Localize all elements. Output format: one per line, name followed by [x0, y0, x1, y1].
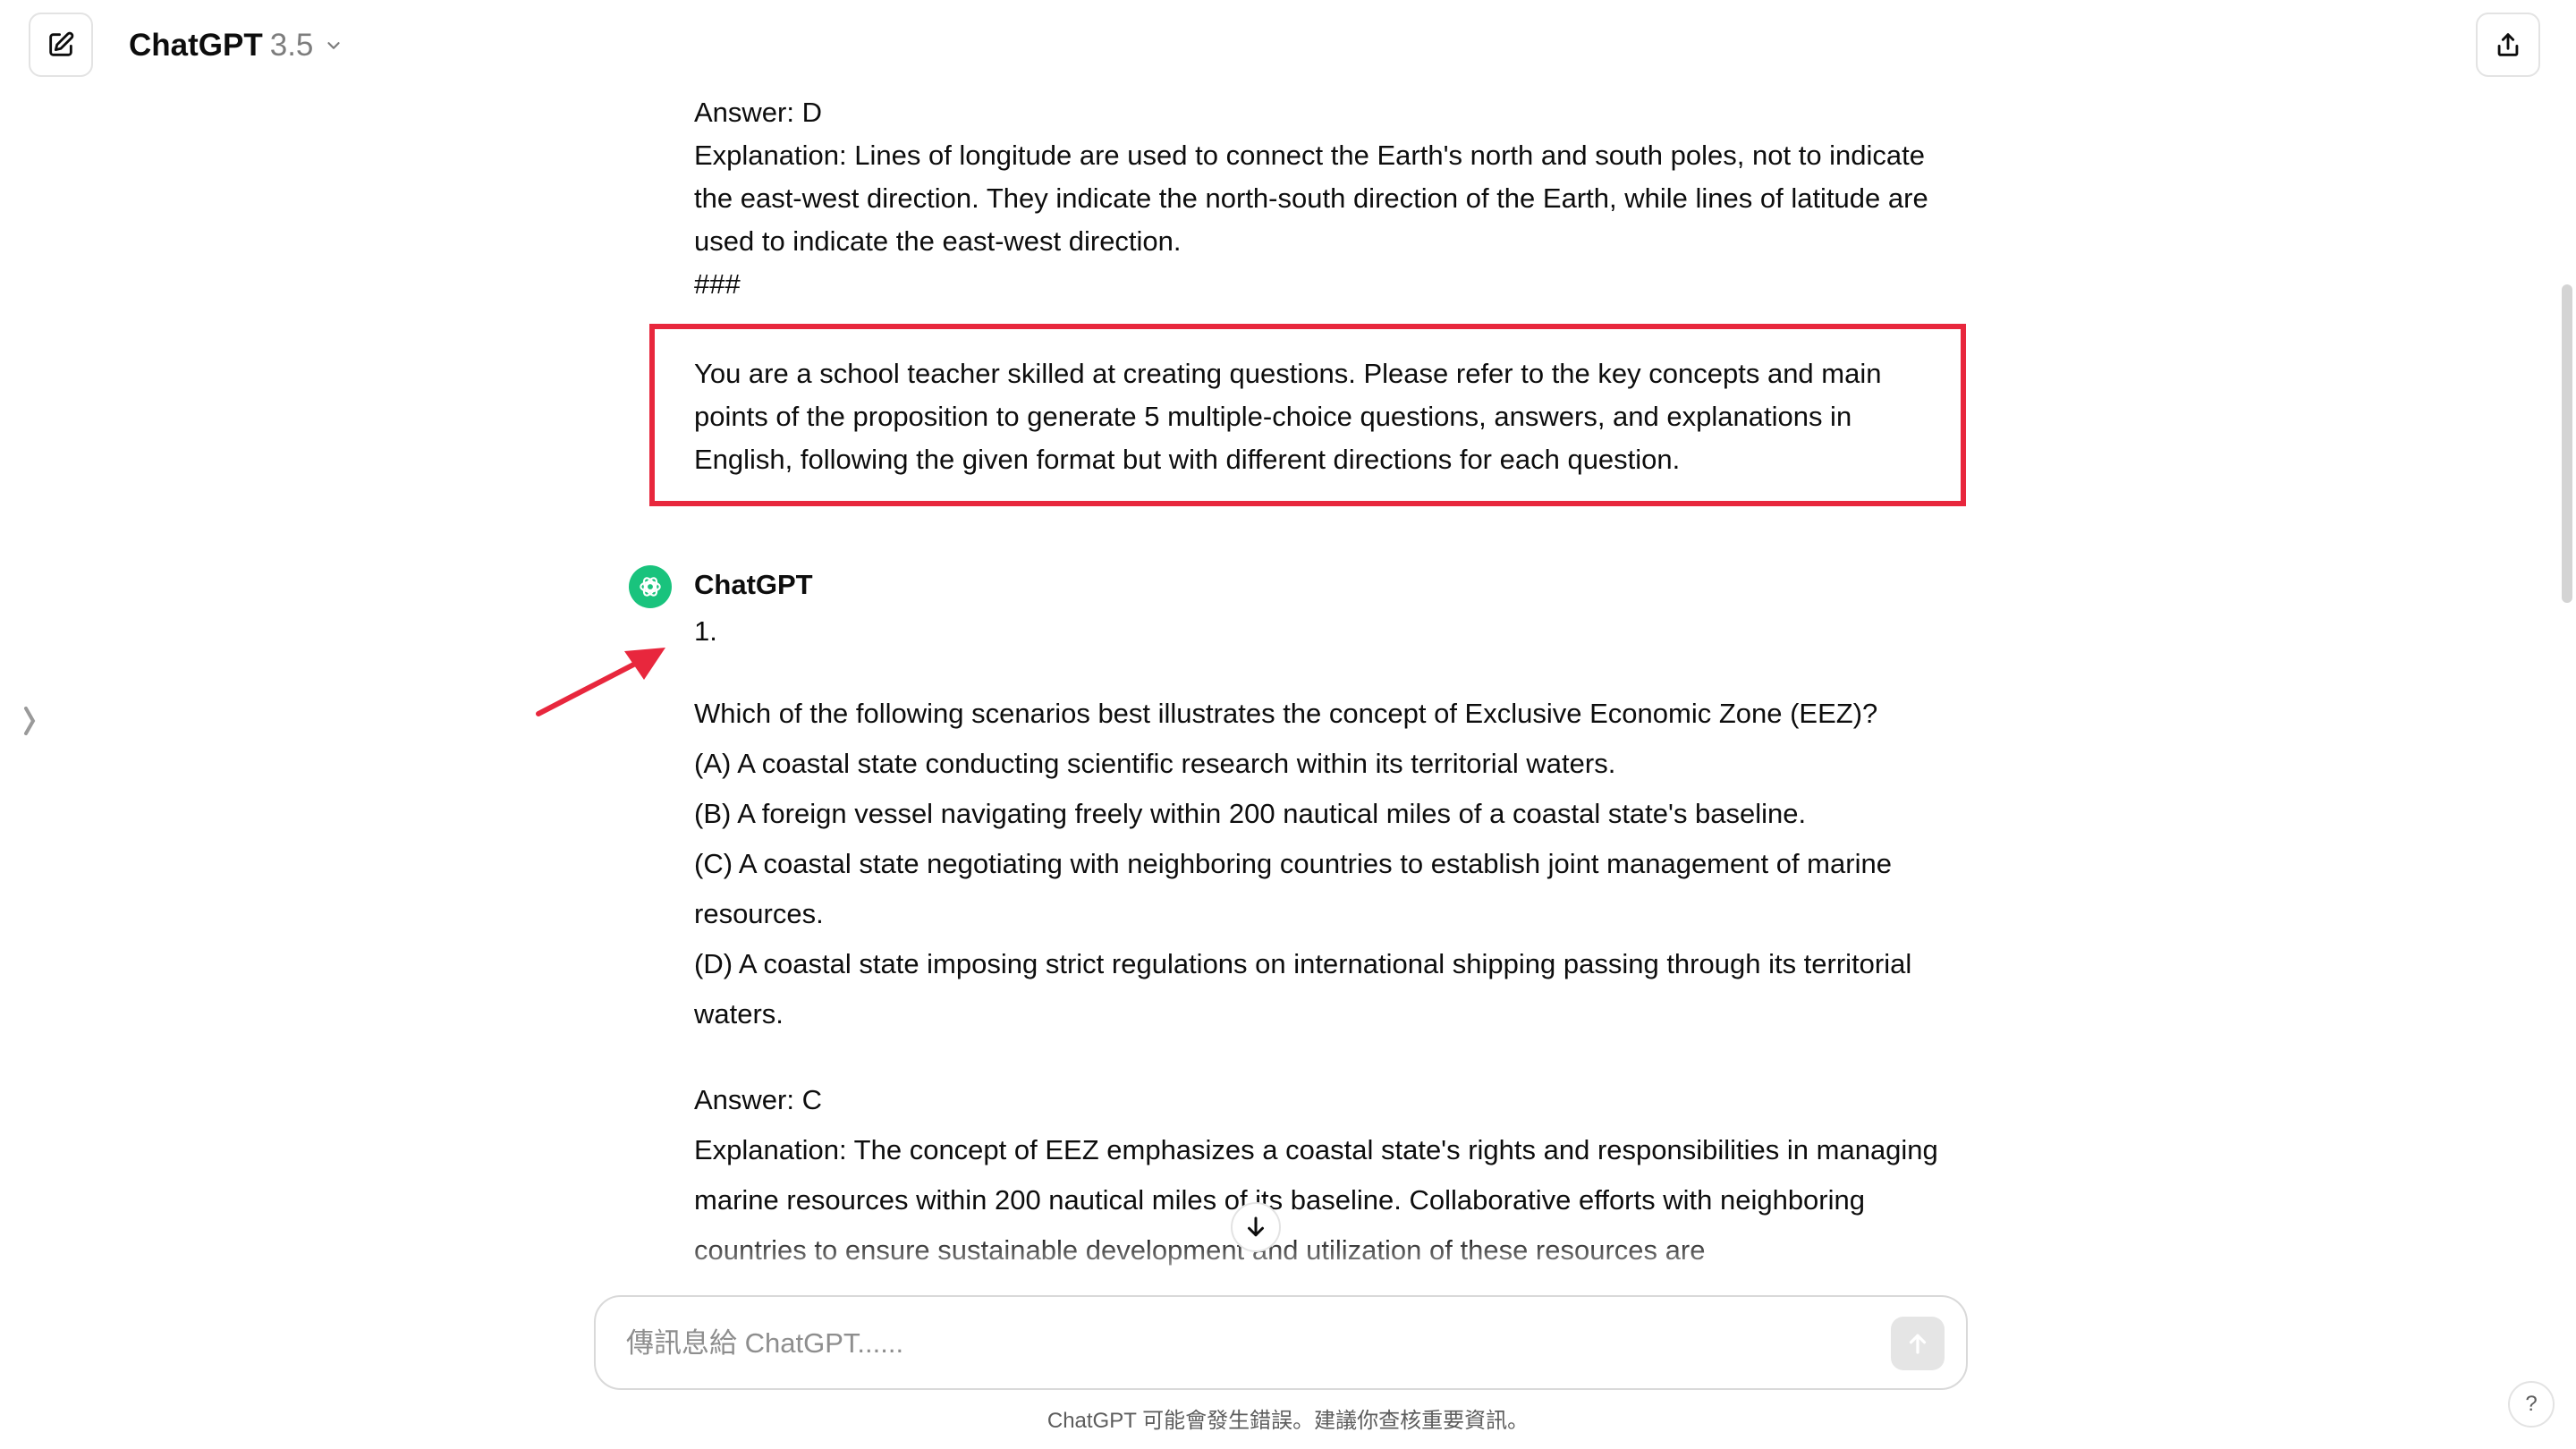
annotation-arrow — [536, 648, 665, 716]
option-d: (D) A coastal state imposing strict regu… — [694, 948, 1912, 1030]
model-name: ChatGPT — [129, 28, 263, 63]
question-number: 1. — [694, 615, 717, 647]
scrollbar-thumb[interactable] — [2562, 284, 2572, 603]
top-bar: ChatGPT 3.5 — [0, 0, 2576, 93]
scroll-down-button[interactable] — [1231, 1202, 1281, 1252]
message-input[interactable] — [624, 1317, 1841, 1370]
new-chat-button[interactable] — [29, 13, 93, 77]
arrow-down-icon — [1248, 1216, 1264, 1237]
separator-text: ### — [694, 268, 741, 300]
pencil-square-icon — [49, 31, 74, 56]
highlighted-user-message: You are a school teacher skilled at crea… — [649, 324, 1966, 506]
disclaimer-text: ChatGPT 可能會發生錯誤。建議你查核重要資訊。 — [1046, 1409, 1530, 1433]
share-upload-icon — [2497, 33, 2519, 56]
assistant-author: ChatGPT — [694, 569, 813, 600]
user-message-text: You are a school teacher skilled at crea… — [694, 358, 1882, 475]
content-fade — [0, 1234, 2576, 1292]
answer-line: Answer: D — [694, 97, 822, 128]
chevron-right-icon — [24, 707, 36, 735]
model-version: 3.5 — [269, 28, 314, 63]
help-button[interactable]: ? — [2508, 1381, 2555, 1428]
explanation-text: Explanation: Lines of longitude are used… — [694, 140, 1928, 257]
option-a: (A) A coastal state conducting scientifi… — [694, 748, 1616, 779]
previous-answer: Answer: D Explanation: Lines of longitud… — [694, 91, 1955, 306]
message-composer — [594, 1295, 1968, 1390]
arrow-up-icon — [1909, 1334, 1927, 1354]
sidebar-toggle[interactable] — [16, 701, 43, 741]
openai-logo-icon — [629, 565, 672, 608]
option-c: (C) A coastal state negotiating with nei… — [694, 848, 1892, 929]
model-selector[interactable]: ChatGPT 3.5 — [129, 23, 343, 68]
send-button[interactable] — [1891, 1317, 1945, 1370]
assistant-response: 1. Which of the following scenarios best… — [694, 610, 1955, 1275]
option-b: (B) A foreign vessel navigating freely w… — [694, 798, 1807, 829]
chevron-down-icon — [324, 36, 343, 55]
question-text: Which of the following scenarios best il… — [694, 698, 1878, 729]
answer-line: Answer: C — [694, 1084, 822, 1115]
share-button[interactable] — [2476, 13, 2540, 77]
